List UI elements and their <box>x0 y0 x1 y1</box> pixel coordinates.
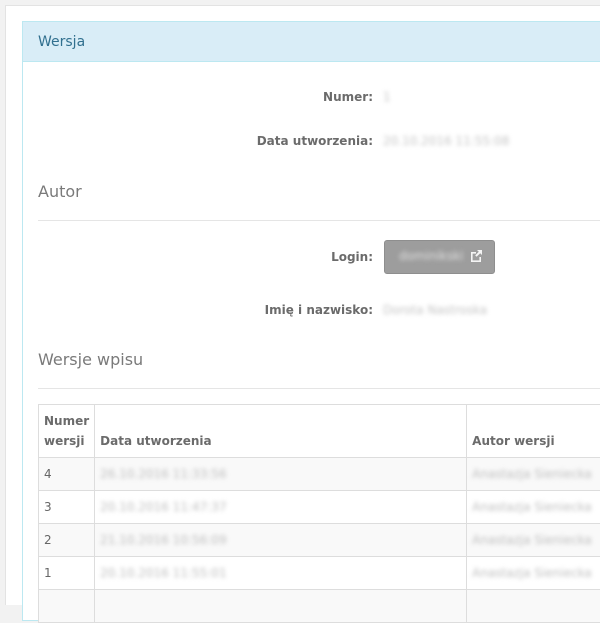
entry-versions-divider <box>38 388 600 389</box>
cell-created-date <box>95 590 467 623</box>
version-number-value: 1 <box>383 85 391 109</box>
table-row[interactable]: 2 21.10.2016 10:56:09 Anastazja Sienieck… <box>39 524 600 557</box>
created-date-row: Data utworzenia: 20.10.2016 11:55:08 <box>23 129 600 153</box>
cell-created-date: 26.10.2016 11:33:56 <box>95 458 467 491</box>
cell-version-number: 1 <box>39 557 95 590</box>
table-row[interactable]: 1 20.10.2016 11:55:01 Anastazja Sienieck… <box>39 557 600 590</box>
table-row[interactable]: 4 26.10.2016 11:33:56 Anastazja Sienieck… <box>39 458 600 491</box>
panel-title: Wersja <box>23 22 600 62</box>
created-date-value: 20.10.2016 11:55:08 <box>383 129 509 153</box>
cell-created-date: 20.10.2016 11:47:37 <box>95 491 467 524</box>
login-row: Login: dominikski <box>23 245 600 269</box>
full-name-value: Dorota Nastroska <box>383 298 487 322</box>
column-header-version-number[interactable]: Numer wersji <box>39 405 95 458</box>
created-date-label: Data utworzenia: <box>73 129 373 153</box>
entry-versions-table: Numer wersji Data utworzenia Autor wersj… <box>38 404 600 623</box>
column-header-version-author[interactable]: Autor wersji <box>467 405 600 458</box>
cell-version-author: Anastazja Sieniecka <box>467 458 600 491</box>
table-row <box>39 590 600 623</box>
login-link-button[interactable]: dominikski <box>384 240 495 274</box>
table-row[interactable]: 3 20.10.2016 11:47:37 Anastazja Sienieck… <box>39 491 600 524</box>
full-name-row: Imię i nazwisko: Dorota Nastroska <box>23 298 600 322</box>
column-header-created-date[interactable]: Data utworzenia <box>95 405 467 458</box>
cell-version-author: Anastazja Sieniecka <box>467 524 600 557</box>
table-header-row: Numer wersji Data utworzenia Autor wersj… <box>39 405 600 458</box>
entry-versions-section-title: Wersje wpisu <box>38 350 143 369</box>
login-value: dominikski <box>399 249 463 263</box>
version-panel: Wersja Numer: 1 Data utworzenia: 20.10.2… <box>22 21 600 621</box>
cell-version-number <box>39 590 95 623</box>
cell-created-date: 21.10.2016 10:56:09 <box>95 524 467 557</box>
author-section-title: Autor <box>38 182 82 201</box>
cell-version-number: 4 <box>39 458 95 491</box>
cell-version-number: 2 <box>39 524 95 557</box>
cell-version-author: Anastazja Sieniecka <box>467 557 600 590</box>
cell-version-number: 3 <box>39 491 95 524</box>
page-container: Wersja Numer: 1 Data utworzenia: 20.10.2… <box>5 5 600 605</box>
version-number-label: Numer: <box>73 85 373 109</box>
cell-created-date: 20.10.2016 11:55:01 <box>95 557 467 590</box>
cell-version-author: Anastazja Sieniecka <box>467 491 600 524</box>
full-name-label: Imię i nazwisko: <box>73 298 373 322</box>
login-label: Login: <box>73 245 373 269</box>
version-number-row: Numer: 1 <box>23 85 600 109</box>
external-link-icon <box>469 249 483 263</box>
cell-version-author <box>467 590 600 623</box>
author-divider <box>38 220 600 221</box>
